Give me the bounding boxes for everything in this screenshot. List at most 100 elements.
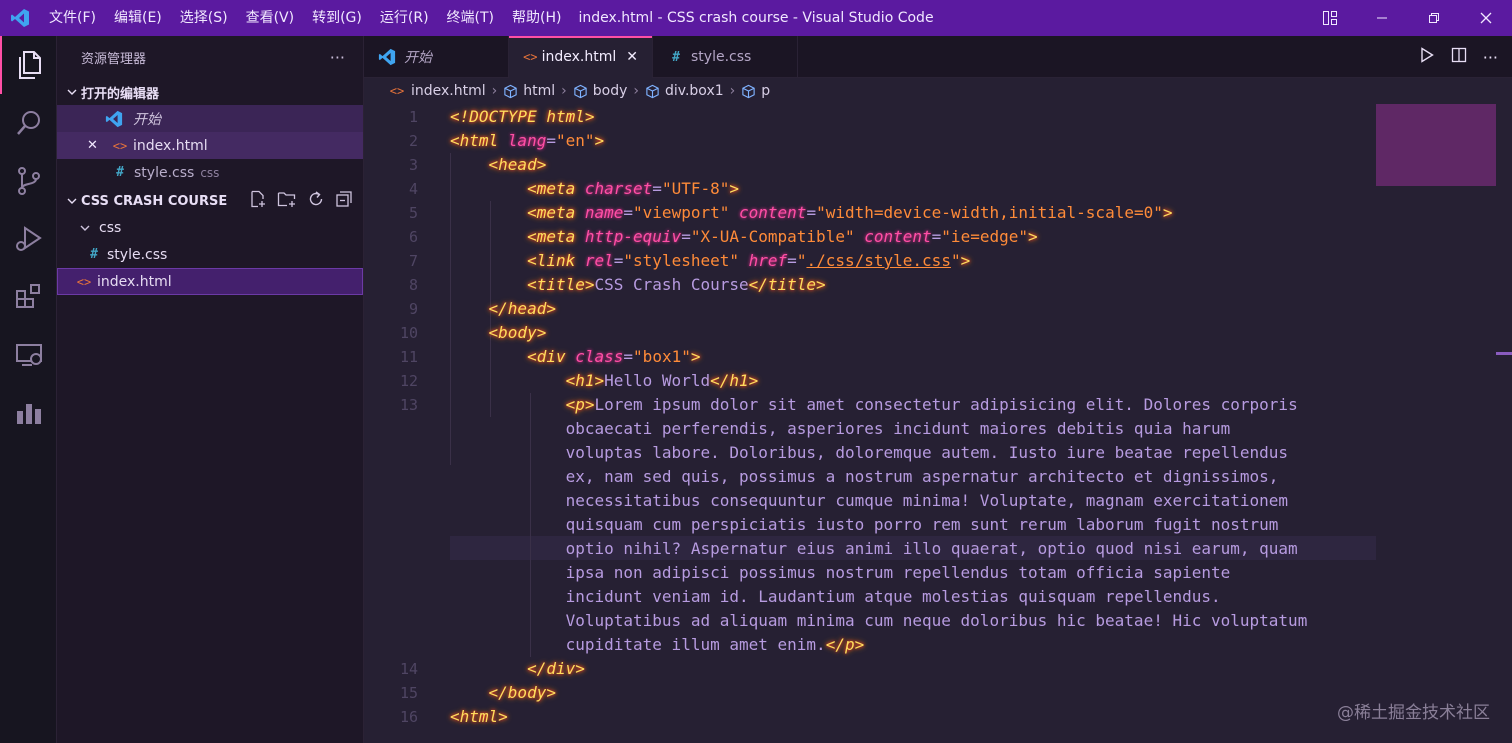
restore-icon[interactable] [1408,0,1460,36]
breadcrumb-label: p [761,83,771,99]
code-line[interactable]: ipsa non adipisci possimus nostrum repel… [450,561,1231,585]
code-line[interactable]: </head> [450,297,556,321]
open-editor-item-style-css[interactable]: # style.css css [57,159,363,186]
more-actions-icon[interactable]: ··· [1483,48,1498,67]
breadcrumb-html[interactable]: html [503,83,555,99]
menu-help[interactable]: 帮助(H) [503,0,570,36]
scrollbar-marker[interactable] [1496,352,1512,355]
tree-file-style-css[interactable]: # style.css [57,241,363,268]
tab-index-html[interactable]: <> index.html ✕ [509,36,653,78]
project-header[interactable]: CSS CRASH COURSE [57,188,363,214]
minimap[interactable] [1376,104,1496,186]
code-token: = [613,251,624,270]
tab-style-css[interactable]: # style.css [653,36,798,78]
code-token: charset [584,179,653,198]
collapse-all-icon[interactable] [335,190,353,212]
code-token: "X-UA-Compatible" [690,227,865,246]
code-line[interactable]: </div> [450,657,585,681]
remote-explorer-icon[interactable] [0,326,57,384]
source-control-icon[interactable] [0,152,57,210]
tab-start[interactable]: 开始 [364,36,509,78]
code-line[interactable]: necessitatibus consequuntur cumque minim… [450,489,1288,513]
breadcrumb-body[interactable]: body [573,83,627,99]
menu-run[interactable]: 运行(R) [371,0,438,36]
title-bar: 文件(F) 编辑(E) 选择(S) 查看(V) 转到(G) 运行(R) 终端(T… [0,0,1512,36]
breadcrumb-div[interactable]: div.box1 [645,83,724,99]
split-editor-icon[interactable] [1451,47,1467,67]
new-folder-icon[interactable] [277,190,297,212]
layout-toggle-icon[interactable] [1304,0,1356,36]
open-editors-header[interactable]: 打开的编辑器 [57,79,363,105]
tree-file-index-html[interactable]: <> index.html [57,268,363,295]
run-debug-icon[interactable] [0,210,57,268]
open-editor-item-start[interactable]: 开始 [57,105,363,132]
code-line[interactable]: <meta name="viewport" content="width=dev… [450,201,1172,225]
tree-folder-css[interactable]: css [57,214,363,241]
code-token: > [1028,227,1038,246]
code-token: necessitatibus consequuntur cumque minim… [450,491,1289,510]
close-icon[interactable] [1460,0,1512,36]
tab-close-icon[interactable]: ✕ [626,49,638,65]
code-line[interactable]: cupiditate illum amet enim.</p> [450,633,865,657]
menu-file[interactable]: 文件(F) [40,0,105,36]
extensions-icon[interactable] [0,268,57,326]
breadcrumb-p[interactable]: p [741,83,770,99]
code-editor[interactable]: 1 2 3 4 5 6 7 8 9 10 11 12 13 14 15 16 <!DOCTYPE html> <… [364,104,1512,743]
menu-terminal[interactable]: 终端(T) [438,0,503,36]
code-line[interactable]: quisquam cum perspiciatis iusto porro re… [450,513,1279,537]
open-editor-label: index.html [133,137,208,154]
code-token: " [796,251,807,270]
code-token: = [931,227,942,246]
code-line[interactable]: <p>Lorem ipsum dolor sit amet consectetu… [450,393,1298,417]
code-token: href [748,251,788,270]
code-token: <meta [450,179,585,198]
explorer-icon[interactable] [0,36,57,94]
refresh-icon[interactable] [307,190,325,212]
code-line[interactable]: </body> [450,681,556,705]
code-token: obcaecati perferendis, asperiores incidu… [450,419,1231,438]
code-line[interactable]: <div class="box1"> [450,345,700,369]
code-line[interactable]: <html lang="en"> [450,129,604,153]
code-line[interactable]: <!DOCTYPE html> [450,105,595,129]
code-line[interactable]: <head> [450,153,547,177]
code-line[interactable]: <meta http-equiv="X-UA-Compatible" conte… [450,225,1038,249]
line-number: 11 [399,348,418,366]
close-editor-icon[interactable]: ✕ [87,138,105,153]
run-icon[interactable] [1419,47,1435,67]
menu-go[interactable]: 转到(G) [303,0,371,36]
code-line[interactable]: Voluptatibus ad aliquam minima cum neque… [450,609,1308,633]
code-line[interactable]: <link rel="stylesheet" href="./css/style… [450,249,970,273]
code-line[interactable]: ex, nam sed quis, possimus a nostrum asp… [450,465,1279,489]
menu-selection[interactable]: 选择(S) [171,0,237,36]
tab-label: style.css [691,49,752,65]
more-actions-icon[interactable]: ··· [330,48,345,67]
code-token: CSS Crash Course [594,275,749,294]
code-line[interactable]: <title>CSS Crash Course</title> [450,273,826,297]
breadcrumb-file[interactable]: <> index.html [388,83,486,99]
code-line[interactable]: optio nihil? Aspernatur eius animi illo … [450,537,1298,561]
code-line[interactable]: <html> [450,705,508,729]
code-line[interactable]: <body> [450,321,547,345]
menu-edit[interactable]: 编辑(E) [105,0,171,36]
line-number: 6 [408,228,418,246]
code-token: <meta [450,227,585,246]
analytics-icon[interactable] [0,384,57,442]
vscode-logo-icon[interactable] [0,0,40,36]
open-editor-item-index-html[interactable]: ✕ <> index.html [57,132,363,159]
line-number: 10 [399,324,418,342]
code-token: = [681,227,691,246]
code-line[interactable]: <meta charset="UTF-8"> [450,177,739,201]
chevron-down-icon [63,195,81,207]
code-content[interactable]: <!DOCTYPE html> <html lang="en"> <head> <… [450,104,1450,743]
code-line[interactable]: <h1>Hello World</h1> [450,369,759,393]
code-line[interactable]: obcaecati perferendis, asperiores incidu… [450,417,1231,441]
search-icon[interactable] [0,94,57,152]
new-file-icon[interactable] [249,190,267,212]
menu-view[interactable]: 查看(V) [237,0,304,36]
html-file-icon: <> [76,274,92,289]
explorer-header: 资源管理器 ··· [57,36,363,79]
code-line[interactable]: incidunt veniam id. Laudantium atque mol… [450,585,1221,609]
minimize-icon[interactable] [1356,0,1408,36]
code-line[interactable]: voluptas labore. Doloribus, doloremque a… [450,441,1288,465]
code-token: <!DOCTYPE html> [450,107,595,126]
